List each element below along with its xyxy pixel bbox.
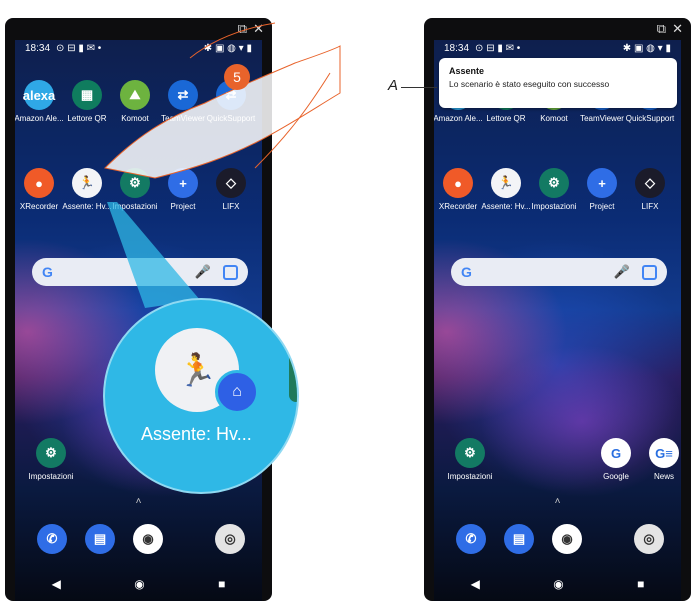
app-label: Impostazioni (447, 472, 493, 481)
app-label: News (653, 472, 674, 481)
lifx-icon: ◇ (635, 168, 665, 198)
xrecorder-icon: ● (24, 168, 54, 198)
app-label: LIFX (641, 202, 659, 211)
step-number-badge: 5 (224, 64, 250, 90)
dock-app[interactable]: ▤ (74, 524, 126, 558)
google-icon: G (601, 438, 631, 468)
camera-icon: ◎ (215, 524, 245, 554)
app-label: Amazon Ale... (15, 114, 64, 123)
app-label: XRecorder (19, 202, 59, 211)
dock-app[interactable]: ◎ (204, 524, 256, 558)
settings-gear-icon: ⚙ (455, 438, 485, 468)
app-label: Google (603, 472, 629, 481)
app-label: Impostazioni (28, 472, 74, 481)
chrome-icon: ◉ (552, 524, 582, 554)
app-label: TeamViewer (580, 114, 624, 123)
google-g-icon: G (42, 264, 53, 280)
status-right-icons: ✱ ▣ ◍ ▾ ▮ (622, 42, 671, 54)
project-plus-icon: + (587, 168, 617, 198)
app-drawer-caret-icon[interactable]: ˄ (15, 496, 262, 507)
home-icon[interactable]: ◉ (553, 577, 563, 591)
google-search-bar[interactable]: G 🎤 (451, 258, 667, 286)
app-label: Amazon Ale... (434, 114, 483, 123)
recents-icon[interactable]: ■ (637, 577, 644, 591)
app-impostazioni-bottom[interactable]: ⚙ Impostazioni (25, 438, 77, 481)
google-g-icon: G (461, 264, 472, 280)
lens-icon[interactable] (223, 264, 238, 280)
status-time: 18:34 (444, 42, 470, 54)
app-label: Impostazioni (531, 202, 577, 211)
app-shortcut[interactable]: ◇ LIFX (624, 168, 676, 211)
app-shortcut[interactable]: G Google (590, 438, 642, 481)
app-label: Komoot (540, 114, 568, 123)
notification-body: Lo scenario è stato eseguito con success… (449, 79, 610, 89)
home-badge-icon: ⌂ (215, 370, 259, 414)
settings-gear-icon: ⚙ (539, 168, 569, 198)
app-shortcut[interactable]: ● XRecorder (434, 168, 484, 211)
lens-icon[interactable] (642, 264, 657, 280)
recents-icon[interactable]: ■ (218, 577, 225, 591)
app-shortcut[interactable]: 🏃 Assente: Hv... (480, 168, 532, 211)
chrome-icon: ◉ (133, 524, 163, 554)
app-label: Assente: Hv... (481, 202, 531, 211)
window-controls-right: ⧉ ✕ (657, 21, 683, 37)
status-time: 18:34 (25, 42, 51, 54)
home-icon[interactable]: ◉ (134, 577, 144, 591)
zoom-connector (107, 202, 200, 308)
back-icon[interactable]: ◀ (471, 577, 480, 591)
app-shortcut[interactable]: G≡ News (638, 438, 681, 481)
dock-app[interactable]: ✆ (26, 524, 78, 558)
back-icon[interactable]: ◀ (52, 577, 61, 591)
app-label: Lettore QR (486, 114, 526, 123)
scenario-shortcut-icon: 🏃 (491, 168, 521, 198)
messages-icon: ▤ (85, 524, 115, 554)
zoom-lens: 🏃 ⌂ Assente: Hv... (103, 298, 299, 494)
nav-bar: ◀ ◉ ■ (434, 577, 681, 591)
close-icon[interactable]: ✕ (672, 21, 683, 37)
next-app-peek (289, 342, 297, 402)
scenario-notification[interactable]: Assente Lo scenario è stato eseguito con… (439, 58, 677, 108)
app-shortcut[interactable]: alexa Amazon Ale... (15, 80, 65, 123)
app-label: LIFX (222, 202, 240, 211)
zoom-label: Assente: Hv... (141, 424, 252, 444)
dock-app[interactable]: ◎ (623, 524, 675, 558)
camera-icon: ◎ (634, 524, 664, 554)
app-label: XRecorder (438, 202, 478, 211)
status-bar: 18:34 ⊙ ⊟ ▮ ✉ • ✱ ▣ ◍ ▾ ▮ (434, 40, 681, 56)
alexa-icon: alexa (23, 80, 55, 110)
nav-bar: ◀ ◉ ■ (15, 577, 262, 591)
app-label: Project (589, 202, 615, 211)
notification-title: Assente (449, 66, 485, 76)
settings-gear-icon: ⚙ (36, 438, 66, 468)
hand-illustration (103, 22, 341, 179)
xrecorder-icon: ● (443, 168, 473, 198)
app-shortcut[interactable]: ● XRecorder (15, 168, 65, 211)
popout-icon[interactable]: ⧉ (657, 21, 666, 37)
phone-icon: ✆ (37, 524, 67, 554)
callout-line (401, 87, 437, 88)
dock-app[interactable]: ◉ (541, 524, 593, 558)
messages-icon: ▤ (504, 524, 534, 554)
app-shortcut[interactable]: + Project (576, 168, 628, 211)
home-screen-right: 18:34 ⊙ ⊟ ▮ ✉ • ✱ ▣ ◍ ▾ ▮ alexaAmazon Al… (434, 40, 681, 601)
callout-marker: A (388, 77, 399, 94)
app-label: QuickSupport (625, 114, 675, 123)
news-icon: G≡ (649, 438, 679, 468)
app-drawer-caret-icon[interactable]: ˄ (434, 496, 681, 507)
dock-app[interactable]: ✆ (445, 524, 497, 558)
mic-icon[interactable]: 🎤 (614, 264, 630, 280)
dock-app[interactable]: ◉ (122, 524, 174, 558)
app-shortcut[interactable]: ⚙ Impostazioni (528, 168, 580, 211)
dock-app[interactable]: ▤ (493, 524, 545, 558)
phone-icon: ✆ (456, 524, 486, 554)
app-shortcut[interactable]: ⚙ Impostazioni (444, 438, 496, 481)
status-left-icons: ⊙ ⊟ ▮ ✉ • (475, 42, 521, 54)
